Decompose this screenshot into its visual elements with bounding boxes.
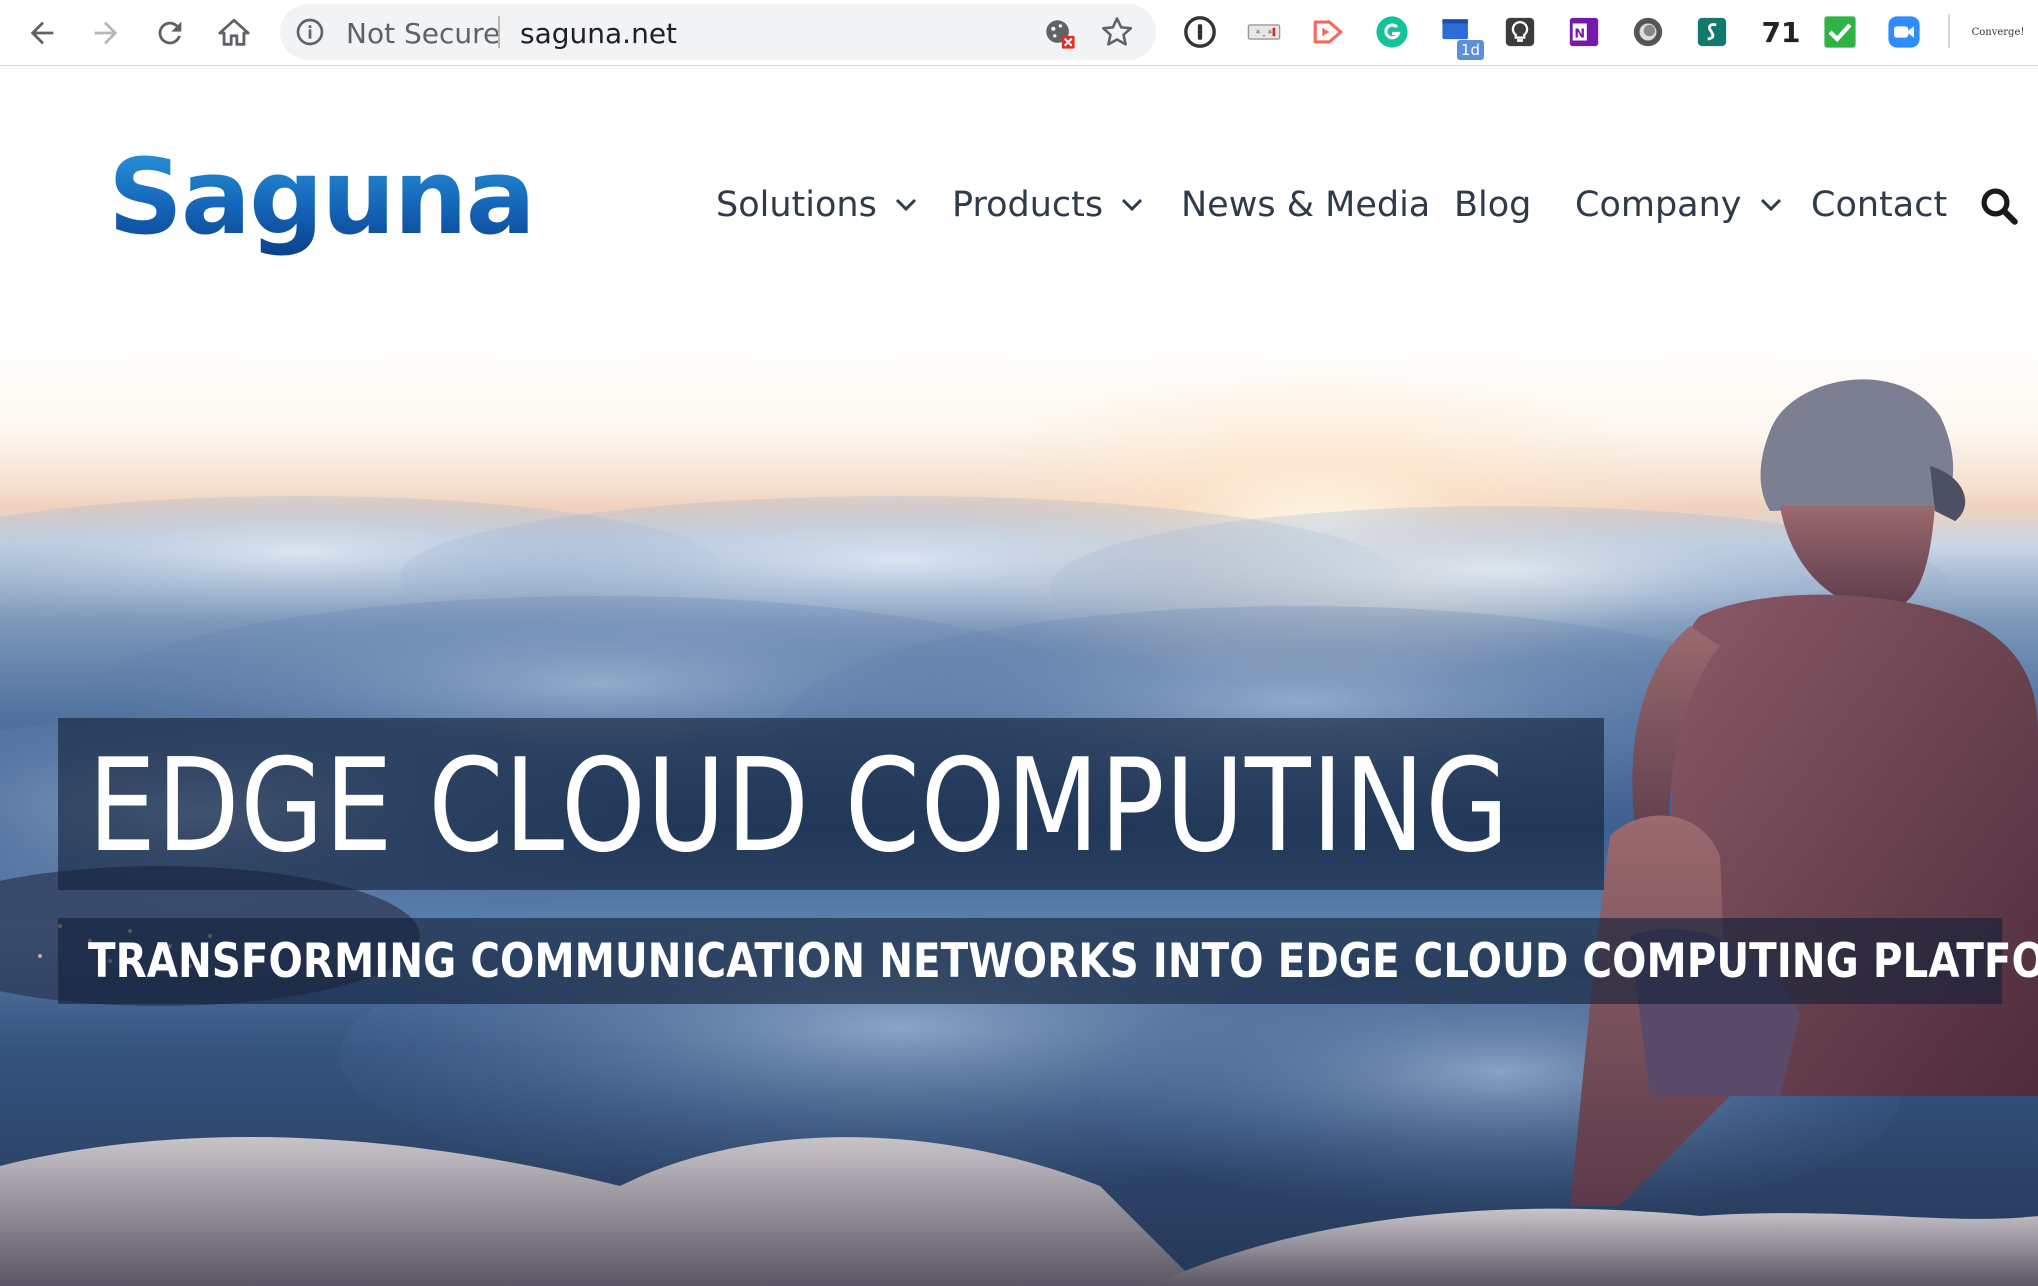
chevron-down-icon: [895, 198, 916, 212]
ext-circle[interactable]: [1628, 12, 1668, 52]
info-icon[interactable]: [294, 16, 326, 48]
search-icon[interactable]: [1978, 185, 2020, 227]
ext-check[interactable]: [1820, 12, 1860, 52]
back-button[interactable]: [17, 8, 67, 58]
ext-zoom[interactable]: [1884, 12, 1924, 52]
onenote-icon: N: [1569, 17, 1599, 47]
ext-idea[interactable]: [1500, 12, 1540, 52]
nav-products[interactable]: Products: [952, 180, 1143, 230]
logo-text: Saguna: [108, 136, 536, 258]
ext-grammarly[interactable]: [1372, 12, 1412, 52]
chevron-down-icon: [1760, 198, 1781, 212]
chevron-down-icon: [1122, 198, 1143, 212]
ext-cast[interactable]: [1308, 12, 1348, 52]
nav-blog-label: Blog: [1454, 185, 1532, 225]
ext-ip[interactable]: *.*: [1244, 12, 1284, 52]
reload-button[interactable]: [145, 8, 195, 58]
ext-1password[interactable]: [1180, 12, 1220, 52]
svg-text:*.*: *.*: [1255, 28, 1273, 39]
nav-news-media-label: News & Media: [1181, 185, 1431, 225]
nav-solutions[interactable]: Solutions: [716, 180, 917, 230]
hero-banner: EDGE CLOUD COMPUTING TRANSFORMING COMMUN…: [0, 336, 2038, 1286]
ext-screen-capture[interactable]: 1d: [1438, 12, 1484, 60]
circle-icon: [1633, 17, 1663, 47]
cast-icon: [1313, 20, 1344, 44]
zoom-icon: [1888, 16, 1920, 48]
nav-products-label: Products: [952, 185, 1104, 225]
ext-onenote[interactable]: N: [1564, 12, 1604, 52]
cookie-blocked-icon[interactable]: [1042, 16, 1076, 50]
s-extension-icon: [1697, 17, 1727, 47]
home-button[interactable]: [209, 8, 259, 58]
address-bar[interactable]: Not Secure saguna.net: [280, 4, 1156, 60]
nav-solutions-label: Solutions: [716, 185, 877, 225]
person-silhouette: [1570, 379, 2038, 1206]
browser-toolbar: Not Secure saguna.net *.* 1d N 71 Conver…: [0, 0, 2038, 66]
nav-company-label: Company: [1575, 185, 1742, 225]
home-icon: [218, 18, 250, 46]
nav-contact[interactable]: Contact: [1811, 180, 1947, 230]
forward-button[interactable]: [81, 8, 131, 58]
nav-news-media[interactable]: News & Media: [1181, 180, 1430, 230]
nav-company[interactable]: Company: [1575, 180, 1782, 230]
hero-title-box: EDGE CLOUD COMPUTING: [58, 718, 1604, 890]
hero-subtitle: TRANSFORMING COMMUNICATION NETWORKS INTO…: [88, 934, 2038, 989]
address-divider: [498, 16, 500, 48]
converge-label: Converge!: [1971, 26, 2025, 38]
nav-contact-label: Contact: [1811, 185, 1948, 225]
toolbar-divider: [1948, 14, 1950, 48]
1password-icon: [1184, 16, 1216, 48]
ip-icon: *.*: [1247, 24, 1281, 40]
hero-title: EDGE CLOUD COMPUTING: [88, 732, 1510, 881]
extension-count: 71: [1761, 15, 1801, 49]
url-text[interactable]: saguna.net: [520, 17, 677, 50]
grammarly-icon: [1376, 16, 1408, 48]
site-header: Saguna Solutions Products News & Media B…: [0, 67, 2038, 336]
ext-s[interactable]: [1692, 12, 1732, 52]
svg-text:N: N: [1574, 27, 1585, 42]
saguna-logo[interactable]: Saguna: [108, 145, 536, 275]
security-label[interactable]: Not Secure: [346, 17, 500, 50]
nav-blog[interactable]: Blog: [1454, 180, 1531, 230]
star-icon[interactable]: [1100, 15, 1134, 49]
idea-icon: [1505, 17, 1535, 47]
back-arrow-icon: [30, 21, 54, 45]
ext-badge: 1d: [1456, 40, 1484, 60]
hero-subtitle-box: TRANSFORMING COMMUNICATION NETWORKS INTO…: [58, 918, 2038, 1004]
checkmark-icon: [1824, 16, 1856, 48]
forward-arrow-icon: [94, 21, 118, 45]
reload-icon: [158, 21, 182, 45]
ext-converge[interactable]: Converge!: [1966, 12, 2030, 52]
ext-counter[interactable]: 71: [1756, 12, 1806, 52]
